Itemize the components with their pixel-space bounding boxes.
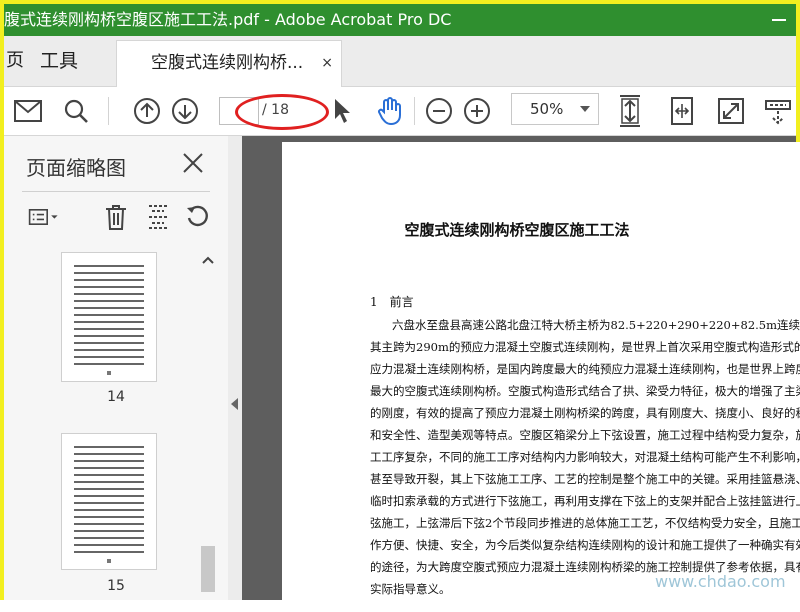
body-line: 的刚度，有效的提高了预应力混凝土刚构桥梁的跨度，具有刚度大、挠度小、良好的稳定性 (370, 406, 800, 420)
page-up-icon[interactable] (131, 95, 163, 127)
watermark: www.chdao.com (655, 572, 786, 591)
close-tab-icon[interactable]: × (321, 41, 333, 85)
tab-tools[interactable]: 工具 (40, 36, 78, 86)
page-thumbnail[interactable] (61, 252, 157, 382)
title-bar: 腹式连续刚构桥空腹区施工工法.pdf - Adobe Acrobat Pro D… (4, 4, 796, 36)
panel-divider (22, 191, 210, 192)
thumbnail-label: 15 (107, 578, 125, 594)
body-line: 工工序复杂，不同的施工工序对结构内力影响较大，对混凝土结构可能产生不利影响， (370, 450, 800, 464)
hand-tool-icon[interactable] (374, 95, 406, 127)
body-line: 六盘水至盘县高速公路北盘江特大桥主桥为82.5+220+290+220+82.5… (392, 318, 800, 332)
zoom-in-icon[interactable] (461, 95, 493, 127)
thumbnail-label: 14 (107, 389, 125, 405)
red-annotation-ellipse (235, 94, 329, 130)
window-title: 腹式连续刚构桥空腹区施工工法.pdf - Adobe Acrobat Pro D… (4, 10, 452, 29)
thumbnail-text (74, 265, 144, 370)
body-line: 作方便、快捷、安全，为今后类似复杂结构连续刚构的设计和施工提供了一种确实有效 (370, 538, 800, 552)
body-line: 和安全性、造型美观等特点。空腹区箱梁分上下弦设置，施工过程中结构受力复杂，施 (370, 428, 800, 442)
page-number-mark (107, 371, 111, 375)
scroll-thumb[interactable] (201, 546, 215, 592)
full-screen-icon[interactable] (715, 95, 747, 127)
document-title: 空腹式连续刚构桥空腹区施工工法 (404, 221, 630, 239)
body-line: 甚至导致开裂，其上下弦施工工序、工艺的控制是整个施工中的关键。采用挂篮悬浇、 (370, 472, 800, 486)
panel-splitter[interactable] (228, 136, 242, 600)
body-line: 弦施工，上弦滞后下弦2个节段同步推进的总体施工工艺，不仅结构受力安全，且施工操 (370, 516, 800, 530)
fit-page-icon[interactable] (614, 95, 646, 127)
toolbar-separator (414, 97, 415, 125)
scroll-up-icon[interactable] (200, 252, 216, 268)
minimize-button[interactable] (772, 19, 786, 21)
extract-pages-icon[interactable] (142, 201, 174, 233)
tab-document[interactable]: 空腹式连续刚构桥... × (116, 40, 342, 87)
page-thumbnail[interactable] (61, 433, 157, 570)
search-icon[interactable] (60, 95, 92, 127)
thumbnail-panel: 页面缩略图 14 15 (4, 136, 229, 600)
toolbar: / 18 50% (4, 87, 796, 136)
body-line: 临时扣索承载的方式进行下弦施工，再利用支撑在下弦上的支架并配合上弦挂篮进行上 (370, 494, 800, 508)
tab-document-label: 空腹式连续刚构桥... (151, 53, 304, 73)
page-down-icon[interactable] (169, 95, 201, 127)
mail-icon[interactable] (12, 95, 44, 127)
document-viewer: 空腹式连续刚构桥空腹区施工工法 1 前言 六盘水至盘县高速公路北盘江特大桥主桥为… (242, 136, 800, 612)
body-line: 其主跨为290m的预应力混凝土空腹式连续刚构，是世界上首次采用空腹式构造形式的预 (370, 340, 800, 354)
select-arrow-icon[interactable] (326, 95, 358, 127)
thumbnail-scrollbar[interactable] (198, 252, 218, 592)
thumbnail-list: 14 15 (4, 248, 228, 598)
section-heading: 1 前言 (370, 295, 414, 309)
body-line: 应力混凝土连续刚构桥，是国内跨度最大的纯预应力混凝土连续刚构，也是世界上跨度 (370, 362, 800, 376)
trash-icon[interactable] (100, 201, 132, 233)
panel-title: 页面缩略图 (26, 156, 126, 180)
rotate-icon[interactable] (182, 201, 214, 233)
tab-bar: 页 工具 空腹式连续刚构桥... × (4, 36, 796, 87)
pdf-page: 空腹式连续刚构桥空腹区施工工法 1 前言 六盘水至盘县高速公路北盘江特大桥主桥为… (282, 142, 800, 612)
options-menu-icon[interactable] (28, 201, 60, 233)
zoom-out-icon[interactable] (423, 95, 455, 127)
zoom-value: 50% (530, 100, 564, 118)
body-line: 最大的空腹式连续刚构桥。空腹式构造形式结合了拱、梁受力特征，极大的增强了主梁 (370, 384, 800, 398)
chevron-down-icon (580, 106, 590, 112)
read-mode-icon[interactable] (762, 95, 794, 127)
collapse-arrow-icon[interactable] (231, 398, 238, 410)
zoom-select[interactable]: 50% (511, 93, 599, 125)
thumbnail-text (74, 446, 144, 558)
page-number-mark (107, 559, 111, 563)
fit-width-icon[interactable] (666, 95, 698, 127)
tab-home[interactable]: 页 (4, 36, 24, 86)
toolbar-separator (108, 97, 109, 125)
close-icon[interactable] (178, 148, 208, 178)
